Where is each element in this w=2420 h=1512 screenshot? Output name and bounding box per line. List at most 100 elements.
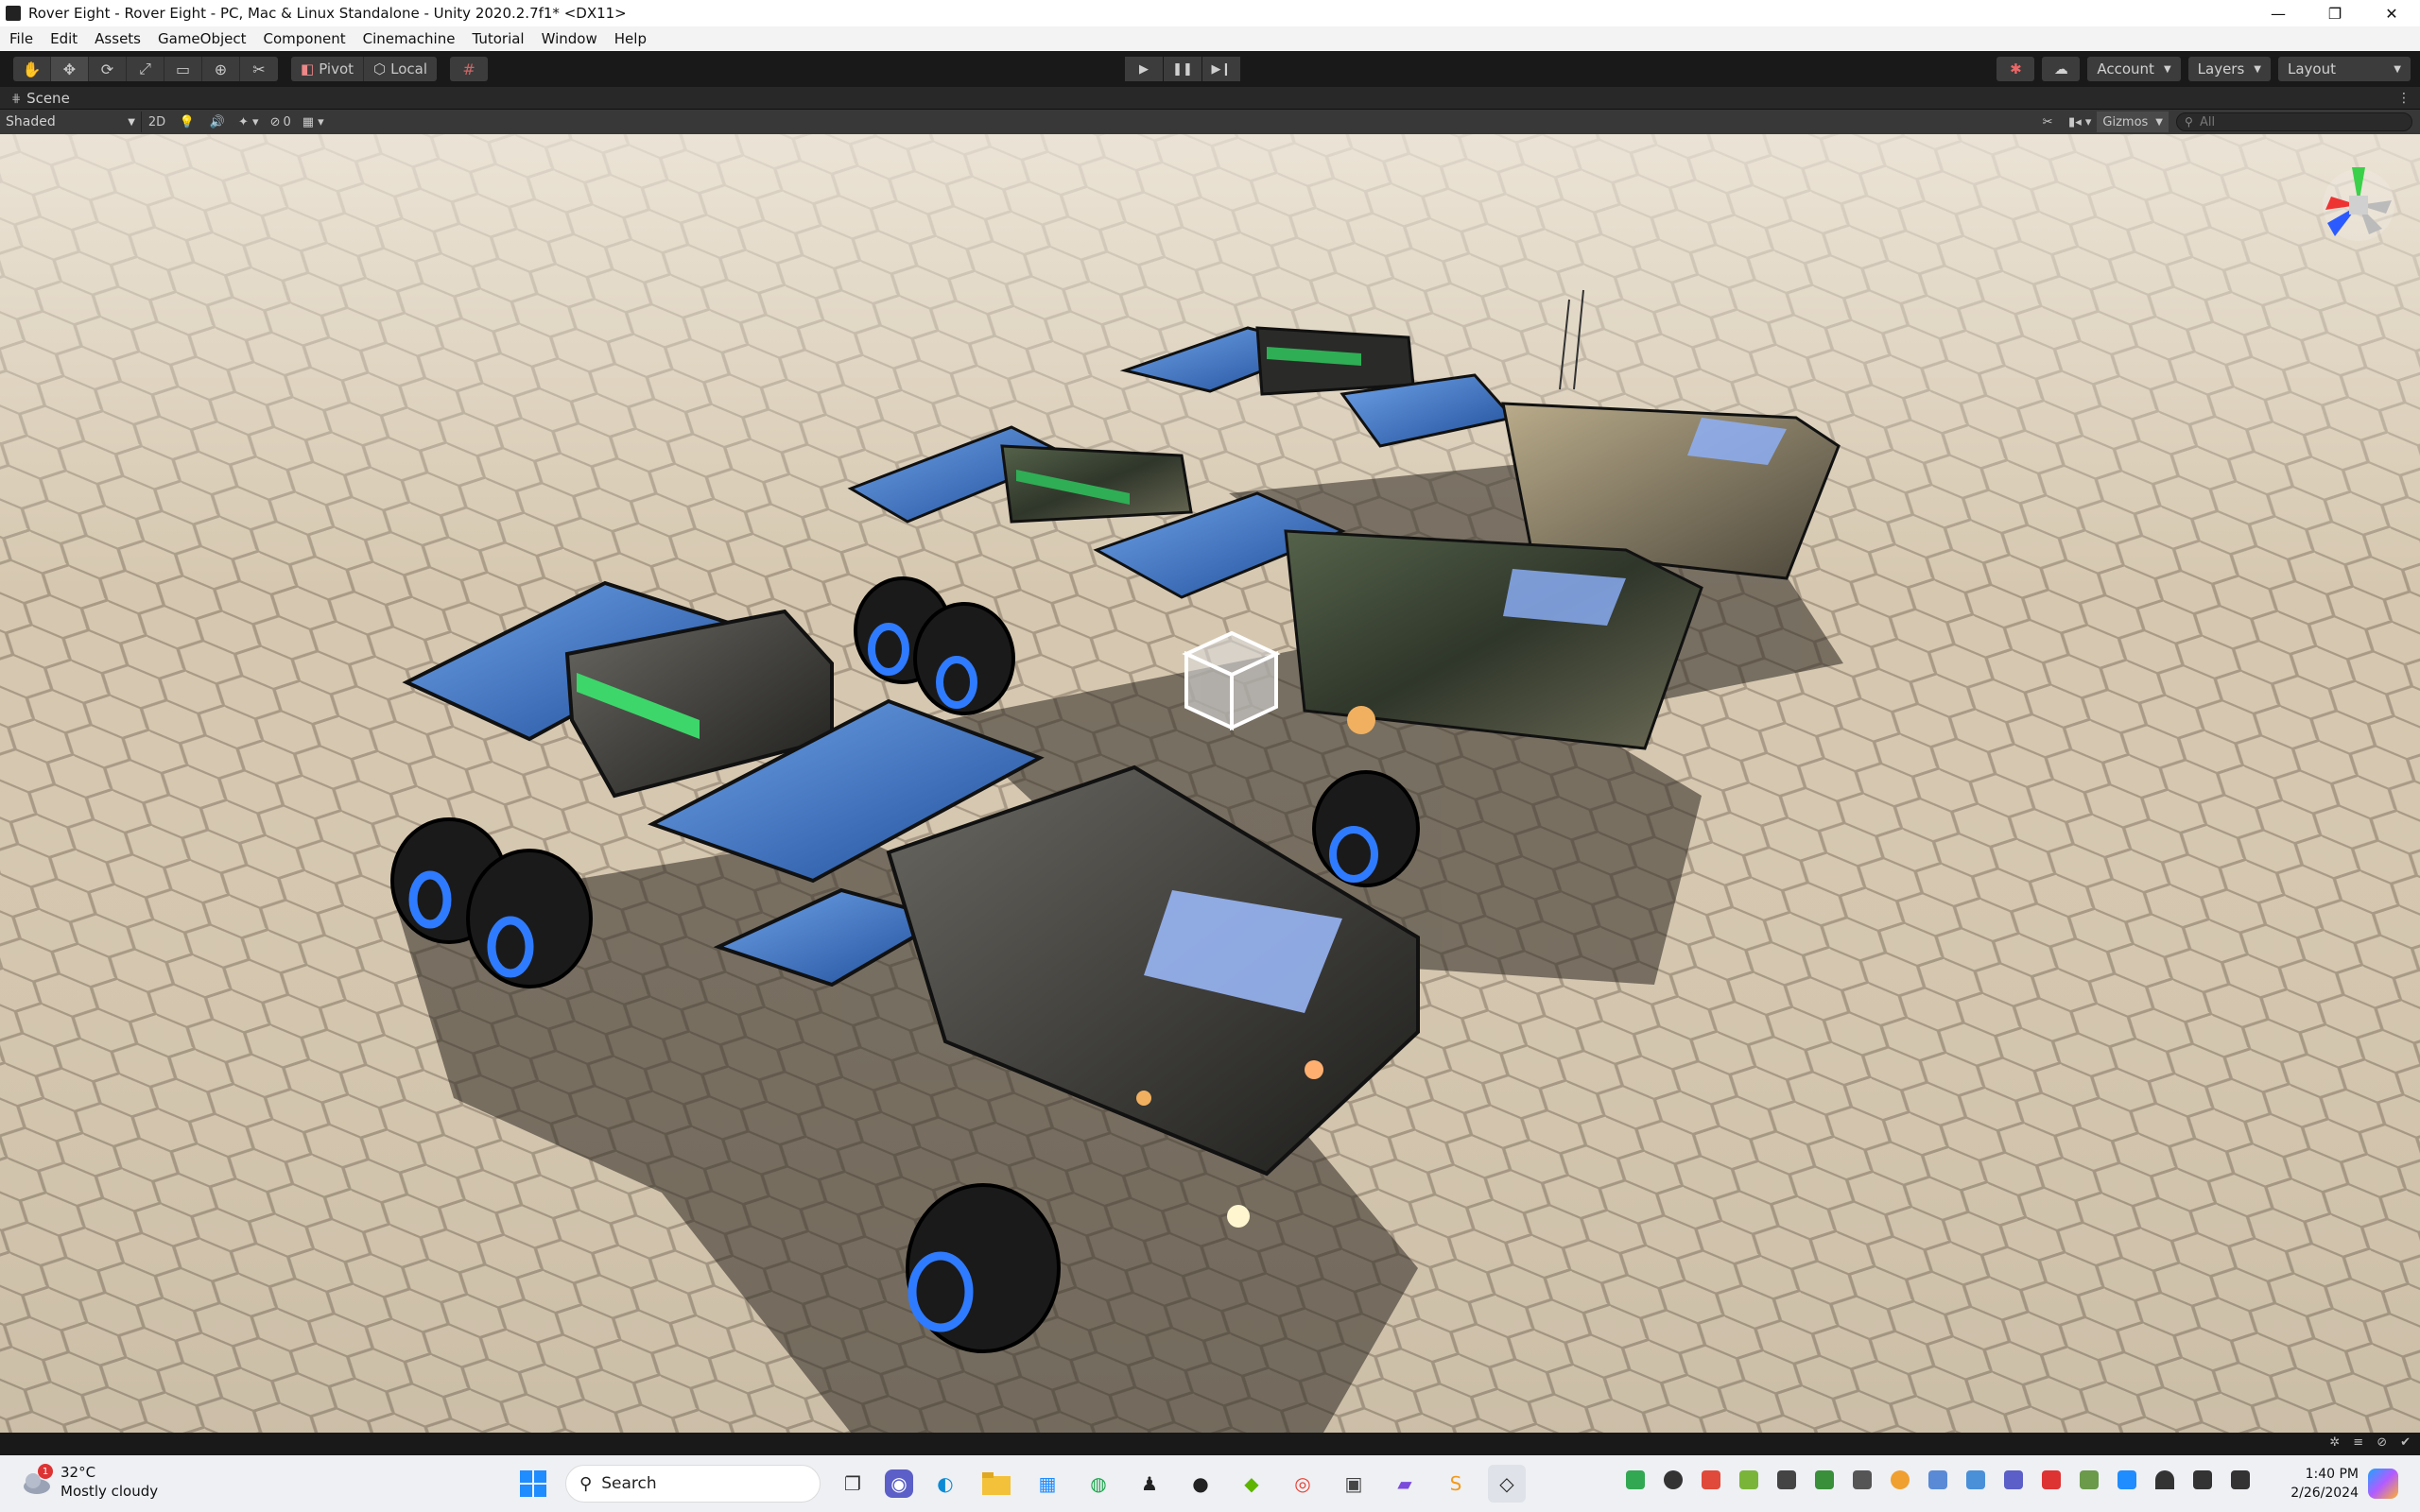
copilot-icon[interactable] (2368, 1469, 2398, 1499)
menu-bar: File Edit Assets GameObject Component Ci… (0, 26, 2420, 51)
scene-tab[interactable]: Scene (26, 90, 70, 107)
taskbar-search[interactable]: ⚲ Search (565, 1465, 821, 1503)
vs-code-icon[interactable] (1777, 1470, 1796, 1489)
local-toggle[interactable]: ⬡ Local (364, 57, 437, 81)
tray-app-icon-4[interactable] (1815, 1470, 1834, 1489)
ghost-app-icon[interactable]: ♟ (1131, 1465, 1168, 1503)
menu-component[interactable]: Component (264, 30, 346, 47)
menu-assets[interactable]: Assets (95, 30, 141, 47)
toolbar-right: ✱ ☁ Account ▼ Layers ▼ Layout ▼ (1989, 57, 2411, 81)
volume-icon[interactable] (2193, 1470, 2212, 1489)
menu-file[interactable]: File (9, 30, 33, 47)
debug-icon[interactable]: ✲ (2329, 1435, 2340, 1450)
tray-app-icon-5[interactable] (1853, 1470, 1872, 1489)
weather-temp: 32°C (60, 1464, 96, 1481)
maximize-button[interactable]: ❐ (2307, 0, 2363, 26)
clipchamp-icon[interactable]: ▰ (1386, 1465, 1424, 1503)
tray-app-icon-7[interactable] (1928, 1470, 1947, 1489)
menu-help[interactable]: Help (614, 30, 647, 47)
minimize-button[interactable]: — (2250, 0, 2307, 26)
pivot-toggle[interactable]: ◧ Pivot (291, 57, 365, 81)
sublime-icon[interactable]: S (1437, 1465, 1475, 1503)
onedrive-icon[interactable] (1966, 1470, 1985, 1489)
weather-widget[interactable]: 1 32°C Mostly cloudy (21, 1463, 158, 1501)
task-view-icon[interactable]: ❐ (834, 1465, 872, 1503)
layout-label: Layout (2288, 60, 2336, 77)
taskbar-search-label: Search (601, 1474, 657, 1493)
pause-button[interactable]: ❚❚ (1164, 57, 1201, 81)
start-menu-icon[interactable] (514, 1465, 552, 1503)
ms-store-icon[interactable]: ▦ (1028, 1465, 1066, 1503)
chevron-down-icon: ▼ (2163, 63, 2171, 75)
draw-mode-dropdown[interactable]: Shaded ▼ (0, 112, 142, 132)
tray-app-icon-3[interactable] (1739, 1470, 1758, 1489)
menu-tutorial[interactable]: Tutorial (472, 30, 524, 47)
tray-app-icon-1[interactable] (1626, 1470, 1645, 1489)
menu-cinemachine[interactable]: Cinemachine (363, 30, 456, 47)
gizmos-label: Gizmos (2102, 114, 2149, 129)
tray-app-icon-8[interactable] (2080, 1470, 2099, 1489)
wifi-icon[interactable] (2155, 1470, 2174, 1489)
menu-edit[interactable]: Edit (50, 30, 78, 47)
photo-app-icon[interactable]: ▣ (1335, 1465, 1373, 1503)
more-options-icon[interactable]: ⋮ (2397, 91, 2411, 106)
transform-tool-icon[interactable]: ⊕ (202, 57, 240, 81)
teams-chat-icon[interactable]: ◉ (885, 1469, 913, 1498)
grid-snap-group: # (450, 57, 489, 81)
file-explorer-icon[interactable] (977, 1465, 1015, 1503)
playback-controls: ▶ ❚❚ ▶❙ (1125, 57, 1241, 81)
layers-dropdown[interactable]: Layers ▼ (2187, 57, 2271, 81)
play-button[interactable]: ▶ (1125, 57, 1163, 81)
move-tool-icon[interactable]: ✥ (51, 57, 89, 81)
chrome-icon[interactable]: ◎ (1284, 1465, 1322, 1503)
globe-app-icon[interactable]: ◍ (1080, 1465, 1117, 1503)
progress-icon[interactable]: ⊘ (2377, 1435, 2387, 1450)
check-icon[interactable]: ✔ (2400, 1435, 2411, 1450)
tray-app-icon-6[interactable] (1891, 1470, 1910, 1489)
local-icon: ⬡ (373, 60, 387, 77)
2d-toggle[interactable]: 2D (142, 112, 172, 132)
audio-toggle-icon[interactable]: 🔊 (202, 112, 233, 132)
scene-viewport[interactable] (0, 134, 2420, 1433)
layout-dropdown[interactable]: Layout ▼ (2278, 57, 2411, 81)
grid-snap-icon[interactable]: # (450, 57, 488, 81)
battery-icon[interactable] (2231, 1470, 2250, 1489)
scene-search-input[interactable]: ⚲ All (2176, 112, 2412, 131)
custom-tool-icon[interactable]: ✂ (240, 57, 278, 81)
effects-toggle-icon[interactable]: ✦ ▾ (233, 112, 265, 132)
layers-status-icon[interactable]: ≡ (2353, 1435, 2363, 1450)
menu-gameobject[interactable]: GameObject (158, 30, 247, 47)
edge-browser-icon[interactable]: ◐ (926, 1465, 964, 1503)
nvidia-icon[interactable]: ◆ (1233, 1465, 1270, 1503)
tray-app-icon-2[interactable] (1702, 1470, 1720, 1489)
dark-app-icon[interactable]: ● (1182, 1465, 1219, 1503)
gameobject-gizmo-icon[interactable] (1182, 630, 1281, 731)
defender-icon[interactable] (2118, 1470, 2136, 1489)
xbox-icon[interactable] (1664, 1470, 1683, 1489)
grid-toggle-icon[interactable]: ▦ ▾ (297, 112, 330, 132)
shield-icon[interactable] (2042, 1470, 2061, 1489)
window-title-bar: Rover Eight - Rover Eight - PC, Mac & Li… (0, 0, 2420, 26)
weather-desc: Mostly cloudy (60, 1483, 159, 1500)
account-dropdown[interactable]: Account ▼ (2087, 57, 2181, 81)
tools-icon[interactable]: ✂ (2032, 112, 2063, 132)
close-button[interactable]: ✕ (2363, 0, 2420, 26)
rotate-tool-icon[interactable]: ⟳ (89, 57, 127, 81)
cloud-icon[interactable]: ☁ (2042, 57, 2081, 81)
system-tray (1626, 1470, 2269, 1489)
lighting-toggle-icon[interactable]: 💡 (172, 112, 202, 132)
collab-icon[interactable]: ✱ (1996, 57, 2035, 81)
camera-icon[interactable]: ▮◂ ▾ (2063, 112, 2097, 132)
taskbar-clock[interactable]: 1:40 PM 2/26/2024 (2264, 1465, 2359, 1503)
hidden-objects-toggle[interactable]: ⊘ 0 (265, 112, 297, 132)
rect-tool-icon[interactable]: ▭ (164, 57, 202, 81)
search-icon: ⚲ (579, 1473, 593, 1494)
teams-icon[interactable] (2004, 1470, 2023, 1489)
unity-taskbar-icon[interactable]: ◇ (1488, 1465, 1526, 1503)
scale-tool-icon[interactable]: ⤢ (127, 57, 164, 81)
gizmos-dropdown[interactable]: Gizmos ▼ (2097, 112, 2169, 132)
main-toolbar: ✋ ✥ ⟳ ⤢ ▭ ⊕ ✂ ◧ Pivot ⬡ Local # ▶ ❚❚ ▶❙ ✱ … (0, 51, 2420, 87)
hand-tool-icon[interactable]: ✋ (13, 57, 51, 81)
menu-window[interactable]: Window (542, 30, 597, 47)
step-button[interactable]: ▶❙ (1202, 57, 1240, 81)
